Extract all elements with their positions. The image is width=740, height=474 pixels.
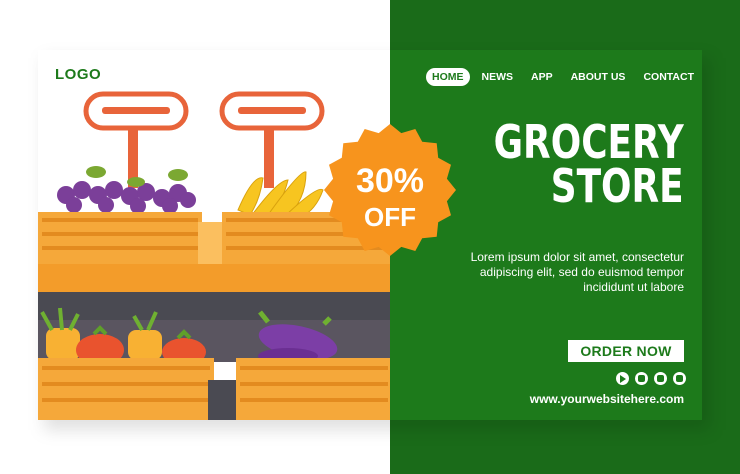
top-nav: HOME NEWS APP ABOUT US CONTACT bbox=[426, 68, 700, 86]
website-url[interactable]: www.yourwebsitehere.com bbox=[530, 392, 684, 406]
grapes bbox=[57, 181, 196, 214]
hero-description: Lorem ipsum dolor sit amet, consectetur … bbox=[470, 250, 684, 294]
facebook-icon[interactable] bbox=[654, 372, 667, 385]
bottom-crates bbox=[38, 358, 390, 420]
nav-news[interactable]: NEWS bbox=[476, 68, 520, 86]
bananas bbox=[237, 171, 324, 219]
page-title: GROCERY STORE bbox=[493, 115, 684, 213]
nav-about-us[interactable]: ABOUT US bbox=[565, 68, 632, 86]
twitter-icon[interactable] bbox=[673, 372, 686, 385]
shelf-top bbox=[38, 264, 390, 292]
nav-home[interactable]: HOME bbox=[426, 68, 470, 86]
order-now-button[interactable]: ORDER NOW bbox=[568, 340, 684, 362]
badge-percent: 30% bbox=[356, 162, 424, 200]
shelf-back bbox=[38, 292, 390, 320]
nav-contact[interactable]: CONTACT bbox=[637, 68, 700, 86]
title-line-2: STORE bbox=[551, 159, 684, 213]
title-line-1: GROCERY bbox=[493, 115, 684, 169]
youtube-icon[interactable] bbox=[616, 372, 629, 385]
nav-app[interactable]: APP bbox=[525, 68, 559, 86]
logo[interactable]: LOGO bbox=[55, 66, 101, 83]
social-links bbox=[616, 372, 686, 385]
price-sign-right bbox=[219, 91, 325, 188]
badge-off: OFF bbox=[364, 202, 416, 232]
discount-badge: 30% OFF bbox=[324, 124, 456, 256]
instagram-icon[interactable] bbox=[635, 372, 648, 385]
